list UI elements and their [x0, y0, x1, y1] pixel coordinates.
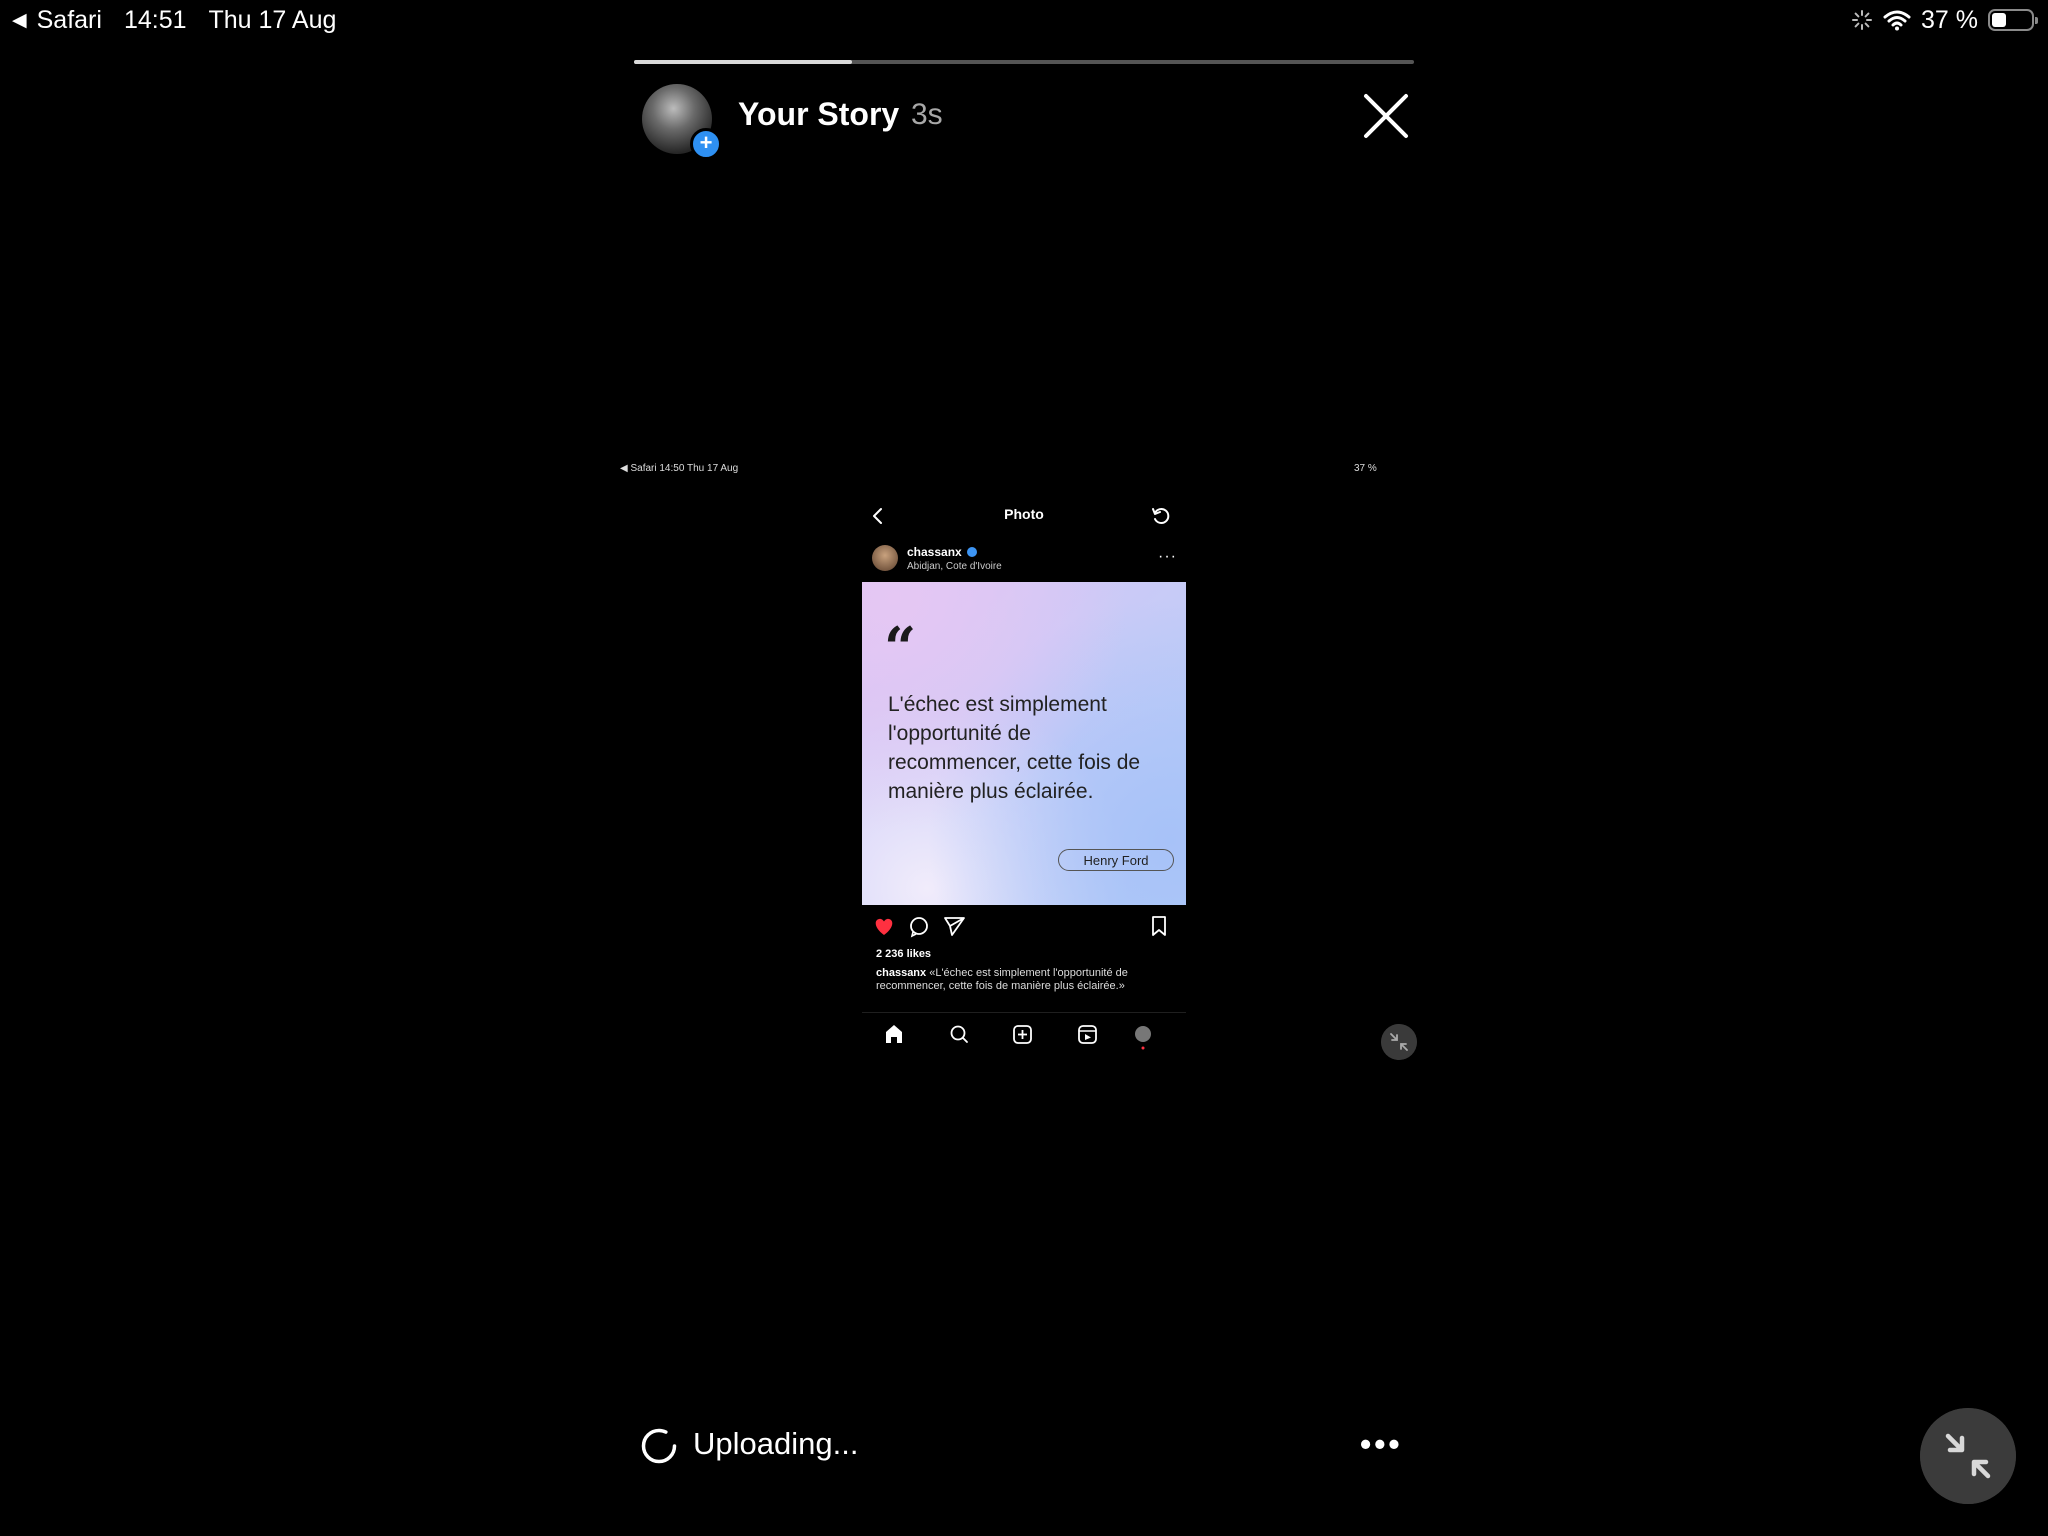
post-username-row: chassanx	[907, 545, 977, 559]
post-avatar	[872, 545, 898, 571]
upload-status: Uploading...	[693, 1426, 859, 1461]
embedded-nav-title: Photo	[1004, 506, 1044, 522]
comment-icon	[910, 917, 928, 938]
story-progress-bar	[634, 60, 1414, 64]
embedded-status-left: ◀ Safari 14:50 Thu 17 Aug	[620, 463, 739, 474]
embedded-tab-bar	[862, 1012, 1186, 1050]
upload-spinner-icon	[641, 1428, 677, 1464]
chevron-left-icon	[873, 508, 882, 524]
bookmark-icon	[1152, 916, 1166, 936]
status-date: Thu 17 Aug	[208, 5, 337, 34]
status-bar-left: ◀ Safari 14:51 Thu 17 Aug	[12, 4, 336, 36]
quote-text: L'échec est simplement l'opportunité de …	[888, 693, 1141, 803]
embedded-status-right: 37 %	[1354, 463, 1377, 474]
verified-badge-icon	[966, 547, 977, 557]
post-username: chassanx	[907, 545, 962, 559]
reels-icon	[1078, 1025, 1097, 1044]
story-progress-fill	[634, 60, 853, 64]
story-title[interactable]: Your Story	[738, 96, 899, 133]
status-bar-right: 37 %	[1851, 4, 2038, 36]
status-time: 14:51	[123, 5, 187, 34]
battery-percent: 37 %	[1921, 5, 1978, 34]
collapse-button[interactable]	[1920, 1408, 2016, 1504]
quote-mark-icon: “	[884, 615, 917, 681]
close-icon[interactable]	[1362, 92, 1410, 140]
battery-icon	[1988, 9, 2038, 31]
more-options-button[interactable]: •••	[1360, 1426, 1403, 1463]
home-icon	[886, 1025, 902, 1043]
share-icon	[944, 917, 965, 936]
wifi-icon	[1883, 10, 1911, 31]
post-caption: chassanx «L'échec est simplement l'oppor…	[876, 967, 1176, 993]
search-icon	[950, 1025, 968, 1043]
story-time-ago: 3s	[911, 98, 943, 131]
quote-author: Henry Ford	[1058, 849, 1174, 871]
heart-icon	[875, 918, 893, 935]
post-action-row	[875, 916, 1166, 938]
back-to-app-label[interactable]: Safari	[37, 6, 102, 35]
add-story-plus-icon[interactable]: +	[690, 128, 722, 160]
back-arrow-icon[interactable]: ◀	[12, 9, 27, 32]
more-options-icon: ···	[1158, 548, 1177, 565]
refresh-icon	[1152, 508, 1170, 524]
activity-spinner-icon	[1852, 10, 1873, 30]
likes-count: 2 236 likes	[876, 948, 932, 960]
notification-dot-icon	[1141, 1046, 1145, 1050]
post-quote-image: “ L'échec est simplement l'opportunité d…	[862, 582, 1186, 905]
profile-avatar-icon	[1135, 1026, 1151, 1042]
caption-username: chassanx	[876, 967, 927, 979]
embedded-collapse-icon	[1381, 1024, 1417, 1060]
post-location: Abidjan, Cote d'Ivoire	[907, 561, 1002, 572]
create-post-icon	[1013, 1025, 1032, 1044]
